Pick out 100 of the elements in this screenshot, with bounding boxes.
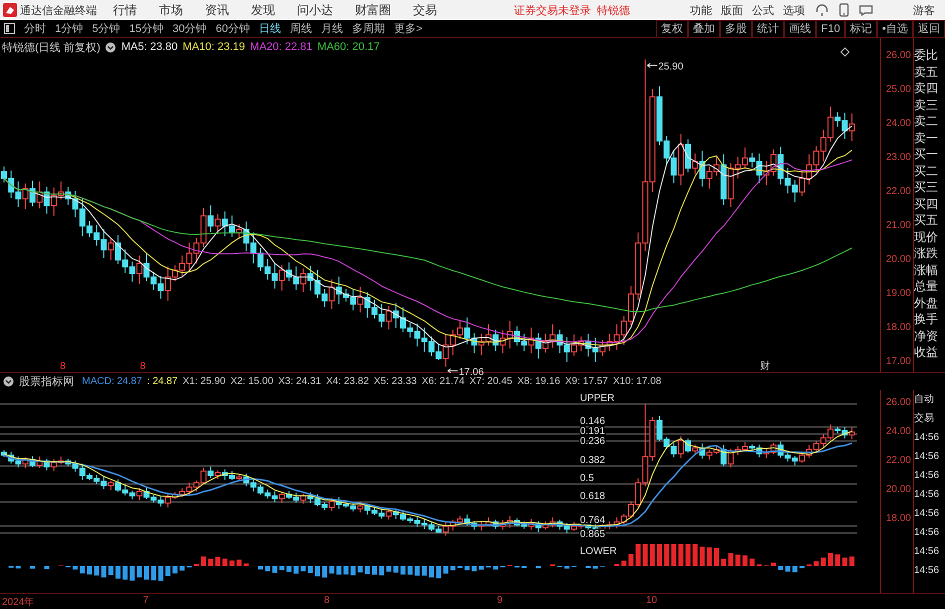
level-label: 0.764: [580, 515, 606, 526]
trade-time: 14:56: [914, 545, 940, 559]
indicator-title[interactable]: 股票指标网: [19, 374, 74, 389]
price-label: 24.00: [884, 425, 912, 439]
toolbar-button[interactable]: 叠加: [688, 20, 720, 38]
date-label: 2024年: [2, 596, 34, 609]
trade-time: 14:56: [914, 431, 940, 445]
menu-item[interactable]: 资讯: [205, 2, 229, 18]
event-marker: 财: [760, 361, 770, 372]
quote-label[interactable]: 卖五: [914, 64, 945, 80]
menu-item[interactable]: 交易: [413, 2, 437, 18]
price-label: 25.00: [884, 83, 912, 97]
app-logo-icon: [3, 3, 17, 17]
quote-label[interactable]: 卖二: [914, 113, 945, 130]
menu-item[interactable]: 行情: [113, 2, 137, 18]
menu-item[interactable]: 财富圈: [355, 2, 391, 18]
menu-item[interactable]: 版面: [721, 2, 743, 18]
menu-item[interactable]: 公式: [752, 2, 774, 18]
quote-label[interactable]: 收益: [914, 344, 945, 360]
price-label: 24.00: [884, 117, 912, 131]
stock-link[interactable]: 特锐德: [597, 2, 630, 18]
level-label: 0.382: [580, 455, 606, 466]
trade-time: 交易: [914, 412, 935, 426]
menu-item[interactable]: 市场: [159, 2, 183, 18]
date-label: 7: [143, 595, 149, 606]
trade-time: 自动: [914, 393, 935, 407]
indicator-value: MACD: 24.87: [82, 376, 142, 387]
quote-label[interactable]: 委比: [914, 47, 945, 64]
login-notice[interactable]: 证券交易未登录: [514, 2, 591, 18]
price-label: 18.00: [884, 512, 912, 526]
panel-toggle-icon[interactable]: [4, 23, 15, 34]
toolbar-button[interactable]: 复权: [656, 20, 688, 38]
user-name[interactable]: 游客: [913, 2, 935, 18]
price-label: 20.00: [884, 253, 912, 267]
toolbar-button[interactable]: •自选: [877, 20, 913, 38]
quote-label[interactable]: 净资: [914, 328, 945, 344]
toolbar-button[interactable]: F10: [816, 20, 846, 38]
toolbar-button[interactable]: 统计: [752, 20, 784, 38]
indicator-value: : 24.87: [147, 376, 178, 387]
quote-label[interactable]: 涨跌: [914, 245, 945, 262]
message-icon[interactable]: [859, 4, 873, 16]
level-label: 0.146: [580, 416, 606, 427]
price-label: 22.00: [884, 454, 912, 468]
period-tab[interactable]: 更多>: [394, 21, 422, 36]
period-tab[interactable]: 周线: [290, 21, 312, 36]
dropdown-icon[interactable]: [3, 376, 14, 387]
quote-label[interactable]: 换手: [914, 311, 945, 328]
menu-item[interactable]: 发现: [251, 2, 275, 18]
toolbar-button[interactable]: 多股: [720, 20, 752, 38]
trade-time: 14:56: [914, 564, 940, 578]
toolbar-button[interactable]: 标记: [845, 20, 878, 38]
toolbar-button[interactable]: 返回: [913, 20, 945, 38]
period-tab[interactable]: 多周期: [352, 21, 385, 36]
price-label: 19.00: [884, 287, 912, 301]
quote-label[interactable]: 卖四: [914, 80, 945, 96]
trade-time: 14:56: [914, 469, 940, 483]
price-callout: 17.06: [447, 366, 484, 378]
date-label: 8: [324, 595, 330, 606]
price-label: 21.00: [884, 219, 912, 233]
period-tab[interactable]: 日线: [259, 21, 281, 36]
period-tab[interactable]: 1分钟: [55, 21, 84, 36]
menu-item[interactable]: 问小达: [297, 2, 333, 18]
period-tab[interactable]: 5分钟: [92, 21, 120, 36]
period-tab[interactable]: 60分钟: [216, 21, 250, 36]
date-label: 9: [497, 595, 503, 606]
event-marker: 8: [140, 361, 146, 372]
period-tab[interactable]: 15分钟: [129, 21, 164, 36]
price-label: 23.00: [884, 151, 912, 165]
price-label: 26.00: [884, 49, 912, 63]
stock-title: 特锐德(日线 前复权): [2, 40, 100, 54]
indicator-value: X3: 24.31: [278, 376, 322, 387]
price-label: 20.00: [884, 483, 912, 497]
quote-label[interactable]: 买二: [914, 162, 945, 179]
phone-icon[interactable]: [839, 3, 849, 17]
menu-item[interactable]: 选项: [783, 2, 805, 18]
quote-label[interactable]: 总量: [914, 278, 945, 294]
quote-label[interactable]: 买一: [914, 146, 945, 162]
quote-label[interactable]: 买四: [914, 196, 945, 212]
quote-label[interactable]: 外盘: [914, 294, 945, 311]
dropdown-icon[interactable]: [105, 42, 116, 52]
period-tab[interactable]: 月线: [321, 21, 343, 36]
quote-label[interactable]: 买五: [914, 212, 945, 228]
period-tab[interactable]: 30分钟: [172, 21, 207, 36]
period-tab[interactable]: 分时: [24, 21, 46, 36]
price-label: 22.00: [884, 185, 912, 199]
indicator-value: X4: 23.82: [326, 376, 369, 387]
quote-label[interactable]: 现价: [914, 228, 945, 245]
moving-average-value: MA5: 23.80: [121, 41, 178, 53]
level-label: LOWER: [580, 546, 617, 557]
quote-label[interactable]: 涨幅: [914, 262, 945, 278]
menu-item[interactable]: 功能: [690, 2, 712, 18]
quote-label[interactable]: 卖三: [914, 96, 945, 113]
toolbar-button[interactable]: 画线: [784, 20, 816, 38]
quote-label[interactable]: 买三: [914, 179, 945, 196]
trade-time: 14:56: [914, 507, 940, 521]
price-callout: 25.90: [646, 61, 684, 72]
price-label: 17.00: [884, 355, 912, 369]
headset-icon[interactable]: [815, 3, 829, 17]
quote-label[interactable]: 卖一: [914, 130, 945, 146]
price-label: 26.00: [884, 396, 912, 410]
